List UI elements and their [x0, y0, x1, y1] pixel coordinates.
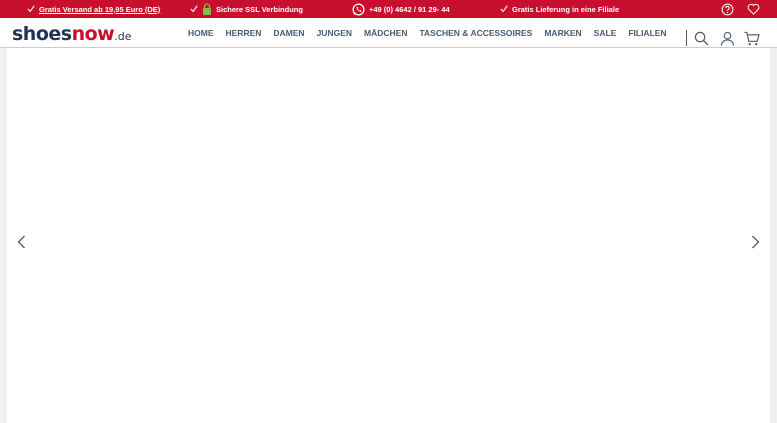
- nav-item-maedchen[interactable]: MÄDCHEN: [364, 28, 407, 38]
- heart-icon[interactable]: [745, 1, 761, 17]
- nav-item-jungen[interactable]: JUNGEN: [317, 28, 352, 38]
- user-icon[interactable]: [719, 30, 735, 46]
- main-header: shoes now .de HOME HERREN DAMEN JUNGEN MÄD…: [0, 18, 777, 48]
- store-delivery-info: Gratis Lieferung in eine Filiale: [500, 0, 619, 18]
- shipping-info[interactable]: Gratis Versand ab 19,95 Euro (DE): [27, 0, 160, 18]
- shoesnow-logo[interactable]: shoes now .de: [12, 23, 131, 45]
- logo-part-now: now: [71, 23, 115, 45]
- chevron-right-icon[interactable]: [748, 232, 762, 252]
- header-divider: [686, 30, 687, 46]
- logo-part-shoes: shoes: [12, 23, 72, 45]
- nav-item-sale[interactable]: SALE: [594, 28, 617, 38]
- cart-icon[interactable]: [744, 30, 760, 46]
- nav-item-marken[interactable]: MARKEN: [544, 28, 581, 38]
- search-icon[interactable]: [693, 30, 709, 46]
- check-icon: [27, 5, 35, 13]
- chevron-left-icon[interactable]: [14, 232, 28, 252]
- check-icon: [190, 5, 198, 13]
- check-icon: [500, 5, 508, 13]
- nav-item-filialen[interactable]: FILIALEN: [628, 28, 666, 38]
- top-info-bar: Gratis Versand ab 19,95 Euro (DE) Sicher…: [0, 0, 777, 18]
- phone-info[interactable]: +49 (0) 4642 / 91 29- 44: [352, 0, 450, 18]
- lock-icon: [203, 3, 211, 15]
- nav-item-herren[interactable]: HERREN: [226, 28, 262, 38]
- main-nav: HOME HERREN DAMEN JUNGEN MÄDCHEN TASCHEN…: [188, 18, 679, 48]
- nav-item-home[interactable]: HOME: [188, 28, 214, 38]
- nav-item-damen[interactable]: DAMEN: [273, 28, 304, 38]
- store-delivery-text: Gratis Lieferung in eine Filiale: [512, 4, 620, 14]
- ssl-info: Sichere SSL Verbindung: [190, 0, 303, 18]
- nav-item-taschen-accessoires[interactable]: TASCHEN & ACCESSOIRES: [419, 28, 532, 38]
- hero-slider: [7, 48, 770, 423]
- whatsapp-icon: [352, 3, 365, 15]
- logo-part-de: .de: [114, 30, 132, 43]
- ssl-text: Sichere SSL Verbindung: [216, 4, 303, 14]
- help-icon[interactable]: [719, 1, 735, 17]
- phone-number[interactable]: +49 (0) 4642 / 91 29- 44: [369, 5, 450, 14]
- shipping-link[interactable]: Gratis Versand ab 19,95 Euro (DE): [39, 5, 160, 14]
